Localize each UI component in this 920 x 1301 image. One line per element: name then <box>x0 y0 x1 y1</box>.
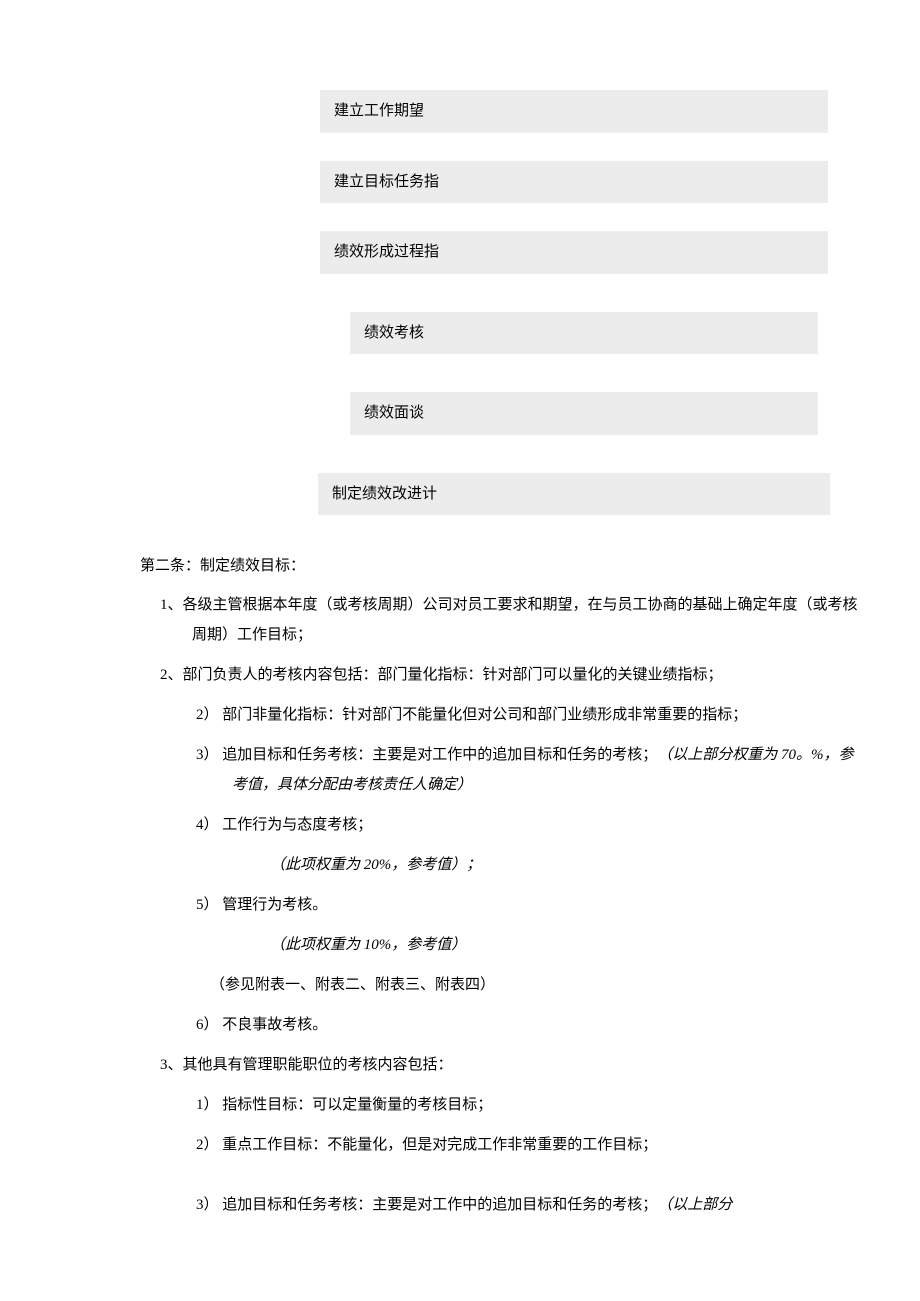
item-2-4: 4） 工作行为与态度考核； <box>232 810 860 840</box>
item-3-lead: 3、其他具有管理职能职位的考核内容包括： <box>192 1050 860 1080</box>
item-3-1: 1） 指标性目标：可以定量衡量的考核目标； <box>232 1090 860 1120</box>
flow-step-3: 绩效形成过程指 <box>320 231 828 274</box>
document-page: 建立工作期望 建立目标任务指 绩效形成过程指 绩效考核 绩效面谈 制定绩效改进计… <box>0 0 920 1290</box>
item-2-3-text: 3） 追加目标和任务考核：主要是对工作中的追加目标和任务的考核； <box>196 747 657 763</box>
item-2-6: 6） 不良事故考核。 <box>232 1010 860 1040</box>
flow-step-1: 建立工作期望 <box>320 90 828 133</box>
item-2-4-note: （此项权重为 20%，参考值）； <box>270 850 860 880</box>
item-2-3: 3） 追加目标和任务考核：主要是对工作中的追加目标和任务的考核；（以上部分权重为… <box>232 740 860 800</box>
content-body: 1、各级主管根据本年度（或考核周期）公司对员工要求和期望，在与员工协商的基础上确… <box>140 590 860 1220</box>
flow-step-5: 绩效面谈 <box>350 392 818 435</box>
flow-step-4: 绩效考核 <box>350 312 818 355</box>
item-2-5: 5） 管理行为考核。 <box>232 890 860 920</box>
flowchart-boxes: 建立工作期望 建立目标任务指 绩效形成过程指 绩效考核 绩效面谈 制定绩效改进计 <box>60 90 860 515</box>
item-3-3: 3） 追加目标和任务考核：主要是对工作中的追加目标和任务的考核；（以上部分 <box>232 1190 860 1220</box>
item-2-5-note: （此项权重为 10%，参考值） <box>270 930 860 960</box>
item-1: 1、各级主管根据本年度（或考核周期）公司对员工要求和期望，在与员工协商的基础上确… <box>192 590 860 650</box>
item-3-3-note: （以上部分 <box>657 1197 732 1213</box>
flow-step-6: 制定绩效改进计 <box>318 473 830 516</box>
flow-step-2: 建立目标任务指 <box>320 161 828 204</box>
item-2-ref: （参见附表一、附表二、附表三、附表四） <box>210 970 860 1000</box>
item-3-2: 2） 重点工作目标：不能量化，但是对完成工作非常重要的工作目标； <box>232 1130 860 1160</box>
item-2-lead: 2、部门负责人的考核内容包括：部门量化指标：针对部门可以量化的关键业绩指标； <box>192 660 860 690</box>
item-3-3-text: 3） 追加目标和任务考核：主要是对工作中的追加目标和任务的考核； <box>196 1197 657 1213</box>
article-heading: 第二条：制定绩效目标： <box>140 555 860 578</box>
item-2-2: 2） 部门非量化指标：针对部门不能量化但对公司和部门业绩形成非常重要的指标； <box>232 700 860 730</box>
